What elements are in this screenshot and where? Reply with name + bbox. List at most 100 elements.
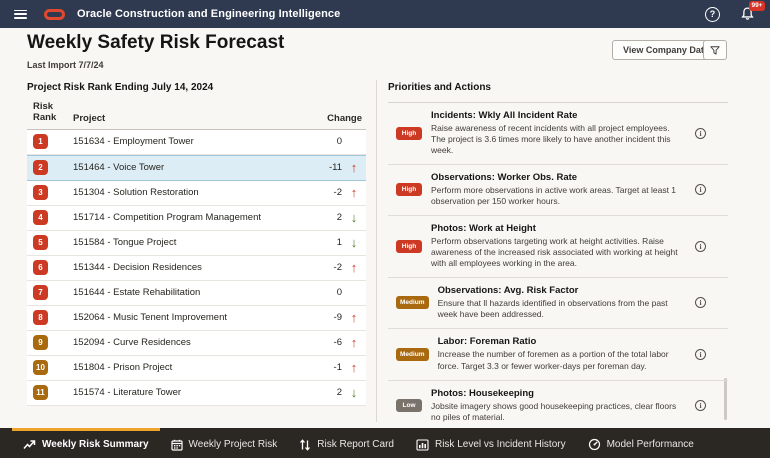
project-name: 151804 - Prison Project (73, 362, 306, 373)
app-title: Oracle Construction and Engineering Inte… (77, 8, 340, 20)
change-arrow-icon: ↓ (342, 386, 366, 399)
change-value: -2 (306, 187, 342, 198)
tab-model-performance[interactable]: Model Performance (577, 428, 705, 458)
column-header-risk-rank: Risk Rank (27, 102, 73, 124)
priority-item: Medium Observations: Avg. Risk Factor En… (388, 278, 728, 329)
rank-cell: 1 (27, 134, 73, 149)
change-value: -2 (306, 262, 342, 273)
priority-title: Photos: Housekeeping (431, 388, 681, 399)
priority-title: Incidents: Wkly All Incident Rate (431, 110, 681, 121)
priority-description: Perform more observations in active work… (431, 185, 681, 207)
rank-cell: 4 (27, 210, 73, 225)
rank-badge: 7 (33, 285, 48, 300)
table-row[interactable]: 1 151634 - Employment Tower 0 (27, 130, 366, 155)
app-window: Oracle Construction and Engineering Inte… (0, 0, 770, 458)
table-row[interactable]: 3 151304 - Solution Restoration -2 ↑ (27, 181, 366, 206)
priority-description: Perform observations targeting work at h… (431, 236, 681, 269)
table-row[interactable]: 9 152094 - Curve Residences -6 ↑ (27, 331, 366, 356)
priorities-list: High Incidents: Wkly All Incident Rate R… (388, 103, 728, 428)
rank-cell: 10 (27, 360, 73, 375)
project-name: 151304 - Solution Restoration (73, 187, 306, 198)
priority-text: Incidents: Wkly All Incident Rate Raise … (431, 110, 681, 156)
tab-risk-report-card[interactable]: Risk Report Card (288, 428, 405, 458)
priority-level-badge: High (396, 183, 422, 196)
rank-badge: 1 (33, 134, 48, 149)
priority-text: Photos: Work at Height Perform observati… (431, 223, 681, 269)
bottom-tab-bar: Weekly Risk Summary Weekly Project Risk … (0, 428, 770, 458)
rank-cell: 5 (27, 235, 73, 250)
priority-item: High Photos: Work at Height Perform obse… (388, 216, 728, 278)
info-icon[interactable]: i (695, 128, 706, 139)
menu-icon[interactable] (14, 10, 27, 19)
column-header-change: Change (306, 113, 366, 124)
table-row[interactable]: 11 151574 - Literature Tower 2 ↓ (27, 381, 366, 406)
rank-badge: 5 (33, 235, 48, 250)
rank-badge: 8 (33, 310, 48, 325)
rank-cell: 2 (27, 160, 73, 175)
priority-item: Low Photos: Housekeeping Jobsite imagery… (388, 381, 728, 428)
project-risk-rank-panel: Project Risk Rank Ending July 14, 2024 R… (27, 82, 366, 406)
priority-text: Labor: Foreman Ratio Increase the number… (438, 336, 688, 371)
filter-button[interactable] (703, 40, 727, 60)
priority-text: Observations: Worker Obs. Rate Perform m… (431, 172, 681, 207)
gauge-icon (588, 438, 601, 451)
rank-cell: 9 (27, 335, 73, 350)
help-icon[interactable]: ? (705, 7, 720, 22)
info-icon[interactable]: i (695, 297, 706, 308)
table-row[interactable]: 8 152064 - Music Tenent Improvement -9 ↑ (27, 306, 366, 331)
project-name: 151634 - Employment Tower (73, 136, 306, 147)
info-icon[interactable]: i (695, 184, 706, 195)
rank-badge: 9 (33, 335, 48, 350)
change-arrow-icon: ↑ (342, 161, 366, 174)
priority-level-badge: Low (396, 399, 422, 412)
rank-cell: 7 (27, 285, 73, 300)
table-row[interactable]: 2 151464 - Voice Tower -11 ↑ (27, 155, 366, 181)
priority-title: Photos: Work at Height (431, 223, 681, 234)
tab-weekly-risk-summary[interactable]: Weekly Risk Summary (12, 428, 160, 458)
info-icon[interactable]: i (695, 349, 706, 360)
table-row[interactable]: 10 151804 - Prison Project -1 ↑ (27, 356, 366, 381)
rank-cell: 6 (27, 260, 73, 275)
priority-description: Jobsite imagery shows good housekeeping … (431, 401, 681, 423)
tab-label: Weekly Risk Summary (42, 439, 149, 450)
up-down-arrows-icon (299, 439, 311, 451)
priority-item: High Observations: Worker Obs. Rate Perf… (388, 165, 728, 216)
notifications-button[interactable]: 99+ (740, 6, 756, 22)
info-icon[interactable]: i (695, 400, 706, 411)
trend-up-icon (23, 439, 36, 451)
panel-divider (376, 80, 377, 422)
project-name: 152064 - Music Tenent Improvement (73, 312, 306, 323)
change-value: 1 (306, 237, 342, 248)
rank-cell: 3 (27, 185, 73, 200)
priority-item: High Incidents: Wkly All Incident Rate R… (388, 103, 728, 165)
rank-cell: 11 (27, 385, 73, 400)
rank-badge: 11 (33, 385, 48, 400)
project-name: 151584 - Tongue Project (73, 237, 306, 248)
filter-funnel-icon (710, 45, 720, 56)
tab-label: Risk Report Card (317, 439, 394, 450)
project-name: 151344 - Decision Residences (73, 262, 306, 273)
table-row[interactable]: 7 151644 - Estate Rehabilitation 0 (27, 281, 366, 306)
tab-label: Risk Level vs Incident History (435, 439, 566, 450)
bar-chart-icon (416, 439, 429, 451)
table-row[interactable]: 6 151344 - Decision Residences -2 ↑ (27, 256, 366, 281)
project-name: 151644 - Estate Rehabilitation (73, 287, 306, 298)
table-row[interactable]: 5 151584 - Tongue Project 1 ↓ (27, 231, 366, 256)
priority-level-badge: Medium (396, 296, 429, 309)
priority-text: Photos: Housekeeping Jobsite imagery sho… (431, 388, 681, 423)
priority-description: Raise awareness of recent incidents with… (431, 123, 681, 156)
risk-table-title: Project Risk Rank Ending July 14, 2024 (27, 82, 366, 93)
tab-risk-level-vs-incident-history[interactable]: Risk Level vs Incident History (405, 428, 577, 458)
table-body: 1 151634 - Employment Tower 0 2 151464 -… (27, 130, 366, 406)
priority-level-badge: High (396, 240, 422, 253)
priority-description: Increase the number of foremen as a port… (438, 349, 688, 371)
table-row[interactable]: 4 151714 - Competition Program Managemen… (27, 206, 366, 231)
change-arrow-icon: ↓ (342, 211, 366, 224)
rank-cell: 8 (27, 310, 73, 325)
top-navigation-bar: Oracle Construction and Engineering Inte… (0, 0, 770, 28)
priorities-and-actions-panel: Priorities and Actions High Incidents: W… (388, 82, 728, 428)
tab-weekly-project-risk[interactable]: Weekly Project Risk (160, 428, 289, 458)
tab-label: Weekly Project Risk (189, 439, 278, 450)
info-icon[interactable]: i (695, 241, 706, 252)
change-value: 2 (306, 387, 342, 398)
